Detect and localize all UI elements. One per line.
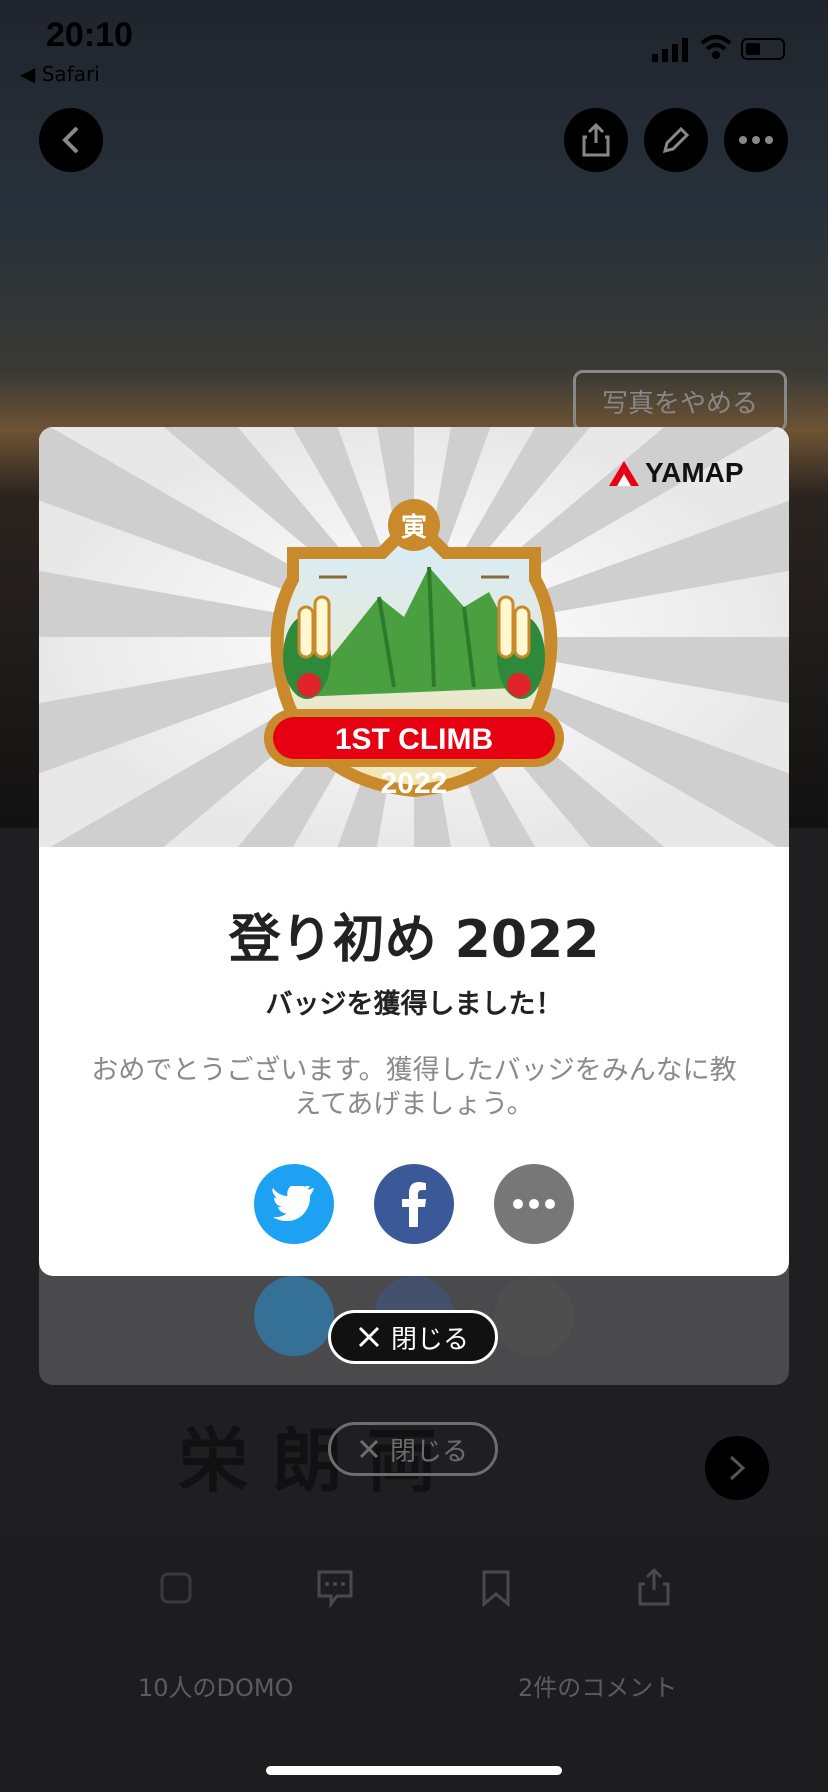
status-time: 20:10 <box>46 16 133 54</box>
close-modal-button[interactable]: 閉じる <box>328 1310 498 1364</box>
badge-banner-text: 1ST CLIMB <box>335 723 493 756</box>
comment-icon[interactable] <box>315 1568 355 1608</box>
domo-count-label[interactable]: 10人のDOMO <box>138 1668 294 1703</box>
bottom-bar <box>0 1536 828 1792</box>
modal-subtitle: バッジを獲得しました！ <box>265 989 563 1020</box>
pencil-icon <box>662 126 690 154</box>
background-close-button: 閉じる <box>328 1422 498 1476</box>
map-next-button <box>705 1436 769 1500</box>
modal-message: おめでとうございます。獲得したバッジをみんなに教えてあげましょう。 <box>91 1055 737 1120</box>
modal-title: 登り初め 2022 <box>228 910 600 970</box>
more-button[interactable] <box>724 108 788 172</box>
twitter-icon <box>272 1186 314 1222</box>
more-dots-icon <box>513 1199 555 1209</box>
brand-name: YAMAP <box>645 457 744 488</box>
home-indicator[interactable] <box>266 1766 562 1775</box>
yamap-logo-icon <box>609 461 639 486</box>
close-modal-label: 閉じる <box>390 1324 469 1355</box>
hide-photo-button[interactable]: 写真をやめる <box>573 370 787 432</box>
close-icon <box>359 1439 379 1459</box>
share-more-button[interactable] <box>494 1164 574 1244</box>
share-icon <box>582 123 610 157</box>
close-icon <box>358 1326 380 1348</box>
share-facebook-button[interactable] <box>374 1164 454 1244</box>
wifi-icon <box>700 35 732 59</box>
domo-icon[interactable] <box>156 1568 196 1608</box>
ghost-more-button <box>494 1276 574 1356</box>
badge-modal: YAMAP 寅 1ST CLIMB 2022 登り初め 2022 バッジを獲得し… <box>39 427 789 1276</box>
share-bottom-icon[interactable] <box>634 1568 674 1608</box>
background-close-label: 閉じる <box>389 1436 468 1467</box>
more-icon <box>739 136 773 144</box>
badge-year: 2022 <box>381 767 448 800</box>
facebook-icon <box>402 1182 426 1227</box>
brand-logo: YAMAP <box>607 457 744 489</box>
back-button[interactable] <box>39 108 103 172</box>
ghost-twitter-button <box>254 1276 334 1356</box>
comment-count-label[interactable]: 2件のコメント <box>518 1668 677 1703</box>
badge-kanji: 寅 <box>401 512 427 543</box>
back-to-app-link[interactable]: ◀ Safari <box>20 62 100 86</box>
badge-banner: YAMAP 寅 1ST CLIMB 2022 <box>39 427 789 847</box>
edit-button[interactable] <box>644 108 708 172</box>
share-button[interactable] <box>564 108 628 172</box>
first-climb-badge: 寅 1ST CLIMB 2022 <box>264 499 564 800</box>
share-twitter-button[interactable] <box>254 1164 334 1244</box>
bookmark-icon[interactable] <box>476 1568 516 1608</box>
chevron-right-icon <box>729 1455 746 1481</box>
signal-icon <box>652 38 688 62</box>
chevron-left-icon <box>62 126 79 154</box>
battery-icon <box>741 38 785 60</box>
